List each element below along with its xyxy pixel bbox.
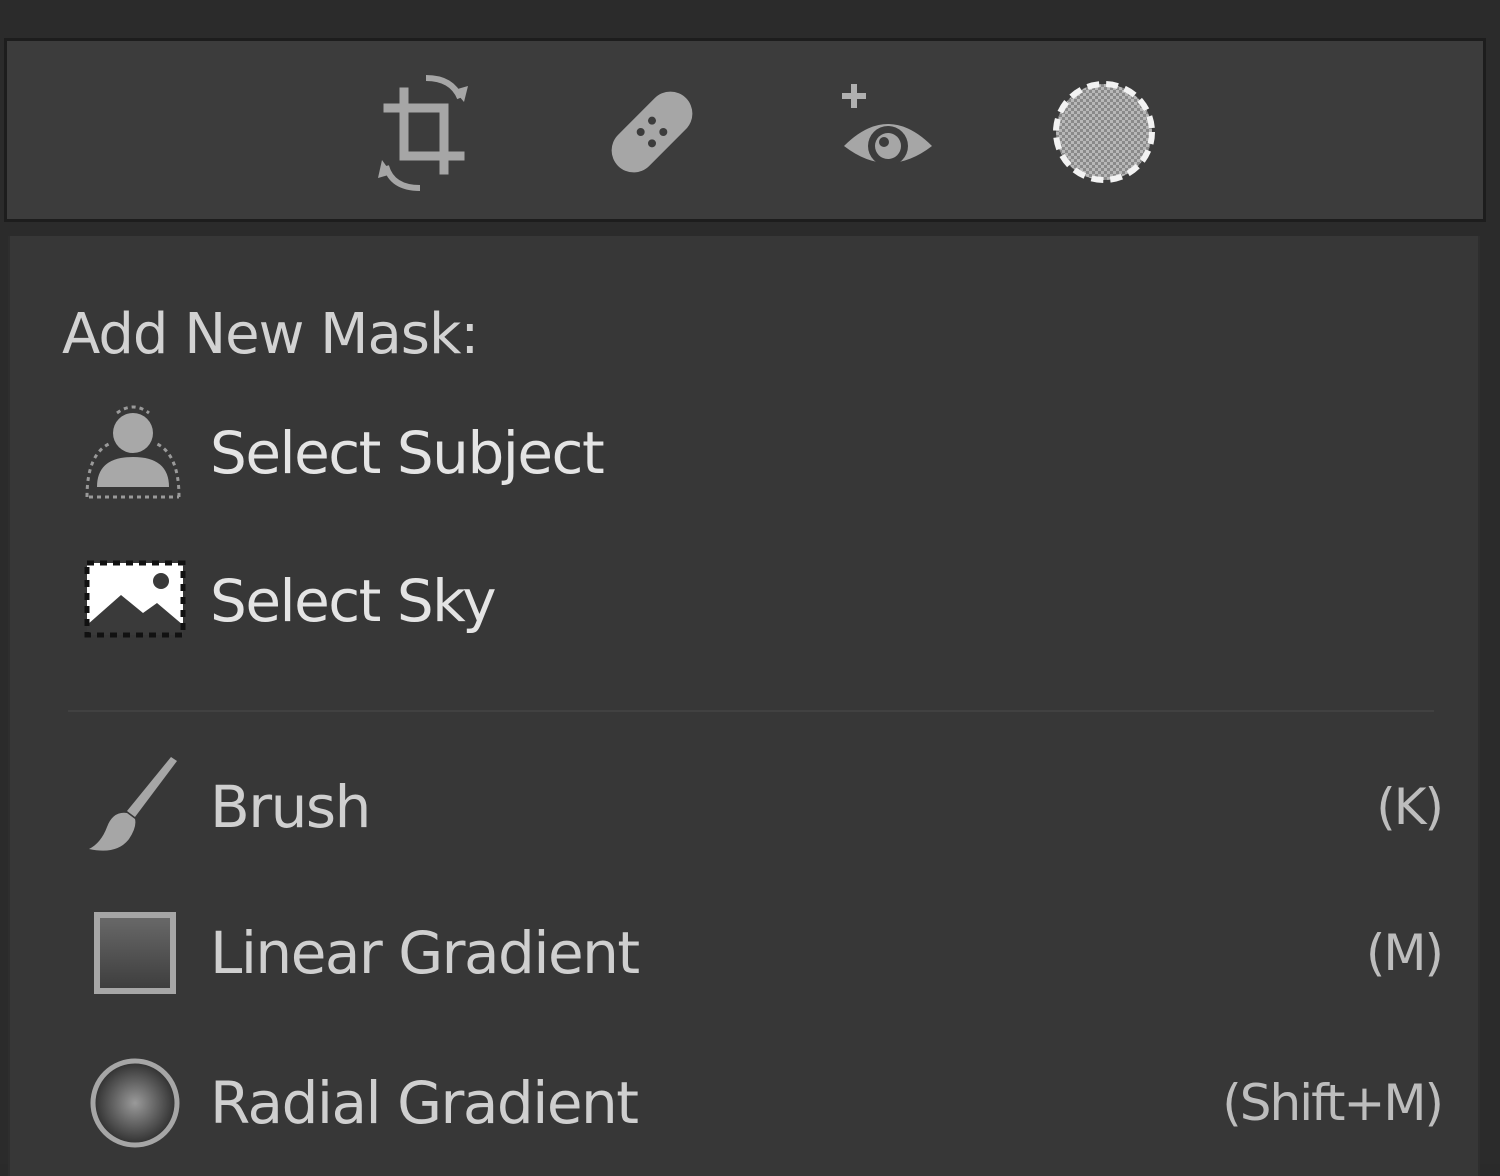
mask-circle-icon — [1050, 78, 1158, 186]
menu-item-label: Brush — [210, 773, 371, 841]
menu-item-label: Select Sky — [210, 567, 497, 635]
menu-item-radial-gradient[interactable]: Radial Gradient (Shift+M) — [70, 1048, 1444, 1158]
menu-divider — [68, 710, 1434, 712]
menu-item-label: Linear Gradient — [210, 919, 640, 987]
menu-item-linear-gradient[interactable]: Linear Gradient (M) — [70, 898, 1444, 1008]
menu-item-shortcut: (K) — [1376, 778, 1444, 836]
red-eye-button[interactable] — [833, 77, 943, 187]
crop-tool-button[interactable] — [369, 75, 479, 191]
menu-item-label: Radial Gradient — [210, 1069, 639, 1137]
select-sky-icon — [80, 546, 190, 656]
masking-button[interactable] — [1049, 77, 1159, 187]
select-subject-icon — [80, 398, 190, 508]
menu-item-label: Select Subject — [210, 419, 605, 487]
add-mask-menu: Add New Mask: Select Subject Select Sky … — [8, 236, 1480, 1176]
crop-rotate-icon — [374, 70, 474, 194]
menu-item-select-subject[interactable]: Select Subject — [70, 398, 1442, 508]
menu-item-shortcut: (Shift+M) — [1222, 1074, 1444, 1132]
brush-icon — [80, 752, 190, 862]
menu-item-select-sky[interactable]: Select Sky — [70, 546, 1442, 656]
tool-strip — [4, 38, 1486, 222]
menu-heading: Add New Mask: — [62, 302, 479, 367]
linear-gradient-icon — [80, 898, 190, 1008]
red-eye-plus-icon — [836, 80, 940, 184]
radial-gradient-icon — [80, 1048, 190, 1158]
spot-removal-button[interactable] — [597, 77, 707, 187]
menu-item-shortcut: (M) — [1365, 924, 1444, 982]
menu-item-brush[interactable]: Brush (K) — [70, 752, 1444, 862]
masking-panel-window: Add New Mask: Select Subject Select Sky … — [0, 0, 1500, 1176]
bandage-icon — [600, 80, 704, 184]
